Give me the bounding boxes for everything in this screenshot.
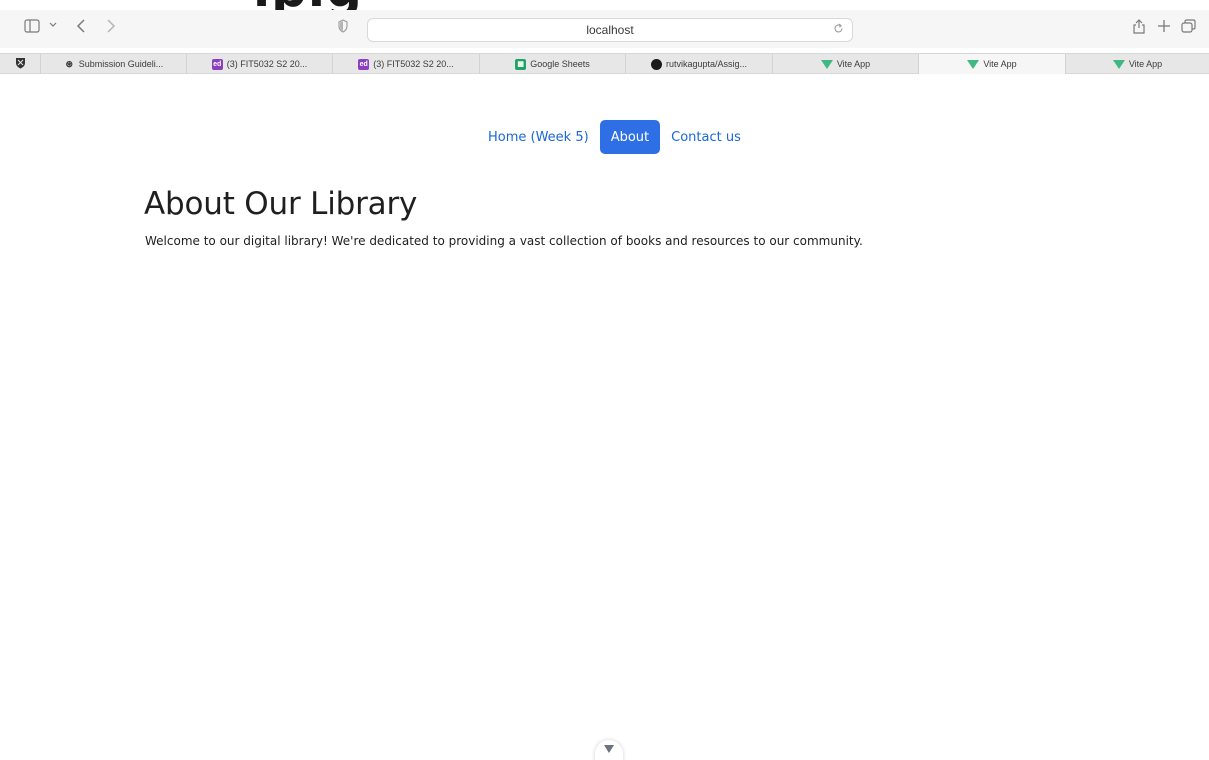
tab-label: Vite App — [983, 59, 1017, 69]
github-icon — [650, 58, 662, 70]
tab-label: Submission Guideli... — [78, 59, 164, 69]
ed-icon: ed — [358, 58, 370, 70]
chatgpt-icon: ⊛ — [65, 58, 73, 69]
tab-label: Google Sheets — [530, 59, 590, 69]
top-overflow-strip: ipig — [0, 0, 1209, 10]
main-nav: Home (Week 5) About Contact us — [477, 120, 752, 154]
reload-icon[interactable] — [833, 23, 844, 37]
sidebar-icon[interactable] — [24, 19, 40, 33]
tab-vite-app-3[interactable]: Vite App — [1065, 54, 1209, 74]
tab-vite-app-2-active[interactable]: Vite App — [918, 54, 1065, 74]
tab-label: rutvikagupta/Assig... — [665, 59, 748, 69]
ed-icon: ed — [211, 58, 223, 70]
crest-icon — [15, 57, 26, 72]
tab-label: (3) FIT5032 S2 20... — [373, 59, 454, 69]
vue-devtools-toggle[interactable] — [595, 740, 623, 760]
tab-fit5032-1[interactable]: ed (3) FIT5032 S2 20... — [186, 54, 332, 74]
tab-submission-guidelines[interactable]: ⊛ Submission Guideli... — [40, 54, 186, 74]
tab-github[interactable]: rutvikagupta/Assig... — [625, 54, 772, 74]
page-title: About Our Library — [144, 186, 418, 222]
vue-icon — [1112, 59, 1125, 69]
google-sheets-icon: ▦ — [515, 58, 527, 70]
pinned-tab[interactable] — [0, 54, 40, 74]
tab-google-sheets[interactable]: ▦ Google Sheets — [479, 54, 625, 74]
browser-window: ipig localhost — [0, 0, 1209, 760]
forward-arrow-icon[interactable] — [106, 18, 116, 34]
overflow-text: ipig — [253, 0, 363, 10]
plus-icon[interactable] — [1157, 19, 1171, 33]
nav-about-link[interactable]: About — [599, 120, 661, 154]
tab-overview-icon[interactable] — [1181, 19, 1196, 33]
share-icon[interactable] — [1132, 18, 1146, 34]
page-description: Welcome to our digital library! We're de… — [145, 234, 863, 248]
address-text: localhost — [586, 23, 634, 37]
vue-icon — [967, 59, 980, 69]
tab-label: Vite App — [836, 59, 871, 69]
vue-devtools-icon — [604, 745, 614, 753]
tab-vite-app-1[interactable]: Vite App — [772, 54, 918, 74]
nav-contact-link[interactable]: Contact us — [660, 120, 752, 154]
vue-icon — [820, 59, 833, 69]
tab-bar: ⊛ Submission Guideli... ed (3) FIT5032 S… — [0, 53, 1209, 74]
chevron-down-icon[interactable] — [49, 21, 57, 29]
tab-fit5032-2[interactable]: ed (3) FIT5032 S2 20... — [332, 54, 479, 74]
back-arrow-icon[interactable] — [76, 18, 86, 34]
tab-label: (3) FIT5032 S2 20... — [226, 59, 308, 69]
tab-label: Vite App — [1128, 59, 1163, 69]
nav-home-link[interactable]: Home (Week 5) — [477, 120, 600, 154]
address-bar[interactable]: localhost — [367, 18, 853, 42]
privacy-shield-icon[interactable] — [338, 19, 348, 33]
